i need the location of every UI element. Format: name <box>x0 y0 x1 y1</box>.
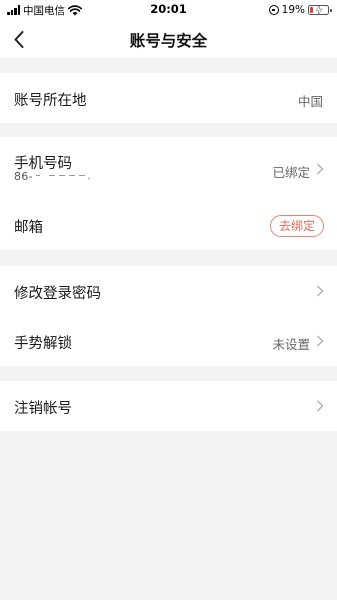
charging-bolt-icon <box>315 5 323 15</box>
status-bar: 中国电信 20:01 19% <box>0 0 337 20</box>
row-label: 邮箱 <box>14 220 43 236</box>
row-account-location[interactable]: 账号所在地 中国 <box>0 73 337 123</box>
chevron-right-icon <box>317 163 324 175</box>
nav-bar: 账号与安全 <box>0 20 337 58</box>
page-title: 账号与安全 <box>129 32 208 50</box>
bind-email-button[interactable]: 去绑定 <box>269 215 324 237</box>
phone-prefix: 86- <box>14 170 33 183</box>
group-location: 账号所在地 中国 <box>0 73 337 123</box>
battery-percent: 19% <box>281 4 305 16</box>
phone-status: 已绑定 <box>272 165 310 180</box>
row-label: 手势解锁 <box>14 336 72 352</box>
row-email[interactable]: 邮箱 去绑定 <box>0 201 337 250</box>
location-value: 中国 <box>297 94 323 109</box>
row-label: 修改登录密码 <box>14 286 101 302</box>
chevron-right-icon <box>317 335 324 347</box>
status-right: 19% <box>268 3 332 17</box>
masked-digits-icon <box>35 175 90 180</box>
battery-icon <box>308 5 332 15</box>
row-label: 账号所在地 <box>14 93 87 109</box>
battery-level <box>310 7 314 13</box>
row-cancel-account[interactable]: 注销帐号 <box>0 381 337 431</box>
row-phone-number[interactable]: 手机号码 86- 已绑定 <box>0 137 337 201</box>
row-label: 注销帐号 <box>14 401 72 417</box>
account-security-screen: 中国电信 20:01 19% 账号与安全 账号所在地 中国 手机号码 86- 已… <box>0 0 337 600</box>
chevron-right-icon <box>317 285 324 297</box>
group-account: 注销帐号 <box>0 381 337 431</box>
chevron-right-icon <box>317 400 324 412</box>
row-change-password[interactable]: 修改登录密码 <box>0 266 337 316</box>
group-bindings: 手机号码 86- 已绑定 邮箱 去绑定 <box>0 137 337 250</box>
gesture-status: 未设置 <box>272 337 310 352</box>
phone-number-masked: 86- <box>14 170 91 183</box>
group-security: 修改登录密码 手势解锁 未设置 <box>0 266 337 366</box>
orientation-lock-icon <box>268 5 279 15</box>
row-gesture-unlock[interactable]: 手势解锁 未设置 <box>0 316 337 366</box>
